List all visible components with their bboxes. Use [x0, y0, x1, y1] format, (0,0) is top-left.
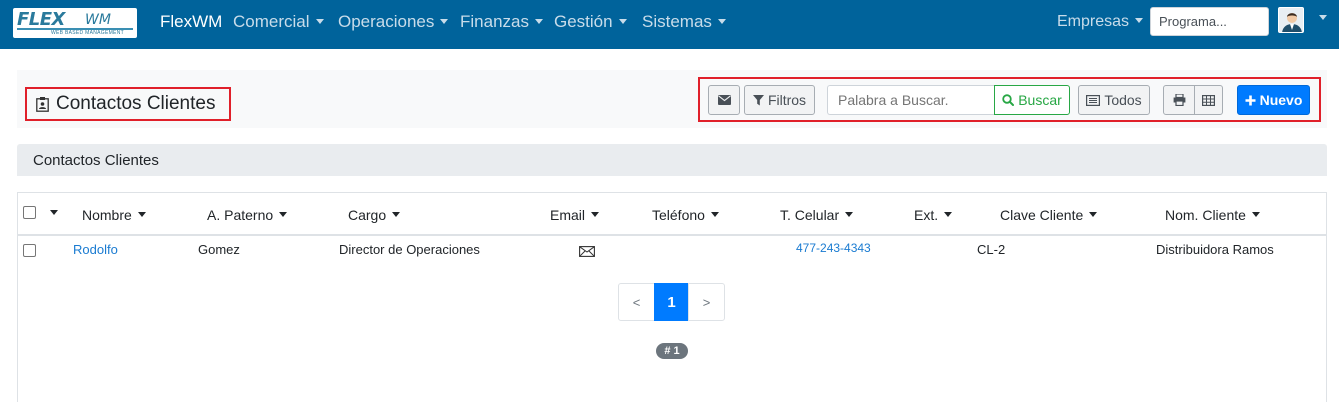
cell-clave: CL-2: [977, 242, 1006, 257]
column-header-email[interactable]: Email: [550, 207, 600, 223]
column-header-celular[interactable]: T. Celular: [780, 207, 854, 223]
menu-gestion-label: Gestión: [554, 12, 613, 31]
column-header-label: Cargo: [348, 207, 387, 223]
section-header: Contactos Clientes: [17, 144, 1327, 176]
column-header-label: Nombre: [82, 207, 132, 223]
cell-cargo: Director de Operaciones: [339, 242, 480, 257]
logo-tagline: WEB BASED MANAGEMENT: [51, 30, 124, 36]
sort-caret-icon: [845, 212, 854, 217]
logo-text: FLEX: [17, 9, 65, 30]
row-checkbox[interactable]: [23, 244, 36, 257]
chevron-down-icon: [618, 19, 627, 24]
menu-gestion[interactable]: Gestión: [554, 12, 627, 32]
user-avatar-icon[interactable]: [1278, 7, 1304, 33]
top-navbar: FLEX WM WEB BASED MANAGEMENT FlexWM Come…: [0, 0, 1339, 49]
column-header-label: Clave Cliente: [1000, 207, 1084, 223]
sort-caret-icon: [591, 212, 600, 217]
page-title-container: Contactos Clientes: [25, 87, 231, 121]
sort-caret-icon: [1251, 212, 1260, 217]
menu-empresas-label: Empresas: [1057, 13, 1130, 30]
logo-suffix: WM: [85, 12, 111, 28]
menu-operaciones[interactable]: Operaciones: [338, 12, 449, 32]
chevron-down-icon: [440, 19, 449, 24]
menu-finanzas[interactable]: Finanzas: [460, 12, 543, 32]
search-input[interactable]: [827, 85, 995, 115]
cell-cliente: Distribuidora Ramos: [1156, 242, 1274, 257]
sort-caret-icon: [1089, 212, 1098, 217]
new-button-label: Nuevo: [1259, 92, 1303, 108]
column-header-label: T. Celular: [780, 207, 840, 223]
list-icon: [1086, 94, 1101, 106]
select-all-checkbox[interactable]: [23, 206, 36, 219]
menu-finanzas-label: Finanzas: [460, 12, 529, 31]
table-icon: [1202, 94, 1215, 106]
show-all-button[interactable]: Todos: [1078, 85, 1150, 115]
column-header-cargo[interactable]: Cargo: [348, 207, 401, 223]
search-icon: [1002, 94, 1015, 106]
user-menu-chevron-icon[interactable]: [1319, 15, 1327, 20]
column-header-clave[interactable]: Clave Cliente: [1000, 207, 1098, 223]
filters-button[interactable]: Filtros: [744, 85, 815, 115]
email-button[interactable]: [708, 85, 740, 115]
print-icon: [1173, 94, 1185, 106]
sort-caret-icon: [137, 212, 146, 217]
menu-empresas[interactable]: Empresas: [1057, 13, 1144, 31]
chevron-down-icon: [315, 19, 324, 24]
cell-paterno: Gomez: [198, 242, 240, 257]
column-header-label: Nom. Cliente: [1165, 207, 1246, 223]
show-all-label: Todos: [1104, 92, 1142, 108]
pagination-prev[interactable]: <: [618, 283, 655, 321]
contact-card-icon: [36, 97, 49, 112]
chevron-down-icon: [534, 19, 543, 24]
search-button[interactable]: Buscar: [994, 85, 1070, 115]
section-title: Contactos Clientes: [33, 152, 159, 169]
column-header-ext[interactable]: Ext.: [914, 207, 953, 223]
flexwm-logo[interactable]: FLEX WM WEB BASED MANAGEMENT: [13, 8, 137, 38]
table-header-divider: [17, 234, 1327, 236]
plus-icon: [1245, 95, 1256, 105]
filter-icon: [752, 94, 764, 105]
column-header-label: Email: [550, 207, 586, 223]
menu-comercial[interactable]: Comercial: [233, 12, 324, 32]
sort-caret-icon: [392, 212, 401, 217]
envelope-outline-icon[interactable]: [579, 245, 595, 260]
pagination-page-1[interactable]: 1: [654, 283, 689, 321]
page-title: Contactos Clientes: [56, 93, 216, 114]
sort-caret-icon: [710, 212, 719, 217]
chevron-down-icon: [717, 19, 726, 24]
menu-operaciones-label: Operaciones: [338, 12, 435, 31]
column-header-nombre[interactable]: Nombre: [82, 207, 146, 223]
program-search-input[interactable]: [1150, 7, 1269, 36]
table-view-button[interactable]: [1194, 85, 1223, 115]
menu-comercial-label: Comercial: [233, 12, 310, 31]
search-button-label: Buscar: [1018, 92, 1062, 108]
column-header-label: Ext.: [914, 207, 939, 223]
cell-celular-link[interactable]: 477-243-4343: [796, 241, 871, 255]
brand-link[interactable]: FlexWM: [160, 12, 222, 32]
new-button[interactable]: Nuevo: [1237, 85, 1310, 115]
pagination-next[interactable]: >: [688, 283, 725, 321]
sort-caret-icon: [944, 212, 953, 217]
print-button[interactable]: [1163, 85, 1195, 115]
record-count-badge: # 1: [656, 343, 688, 359]
sort-caret-icon: [279, 212, 288, 217]
chevron-down-icon: [1135, 18, 1144, 23]
menu-sistemas[interactable]: Sistemas: [642, 12, 726, 32]
menu-sistemas-label: Sistemas: [642, 12, 712, 31]
column-header-cliente[interactable]: Nom. Cliente: [1165, 207, 1260, 223]
contact-name-link[interactable]: Rodolfo: [73, 242, 118, 257]
column-header-telefono[interactable]: Teléfono: [652, 207, 719, 223]
filters-label: Filtros: [767, 92, 807, 108]
select-options-chevron-icon[interactable]: [50, 210, 58, 215]
column-header-label: Teléfono: [652, 207, 705, 223]
envelope-icon: [717, 95, 731, 105]
column-header-label: A. Paterno: [207, 207, 274, 223]
column-header-paterno[interactable]: A. Paterno: [207, 207, 288, 223]
